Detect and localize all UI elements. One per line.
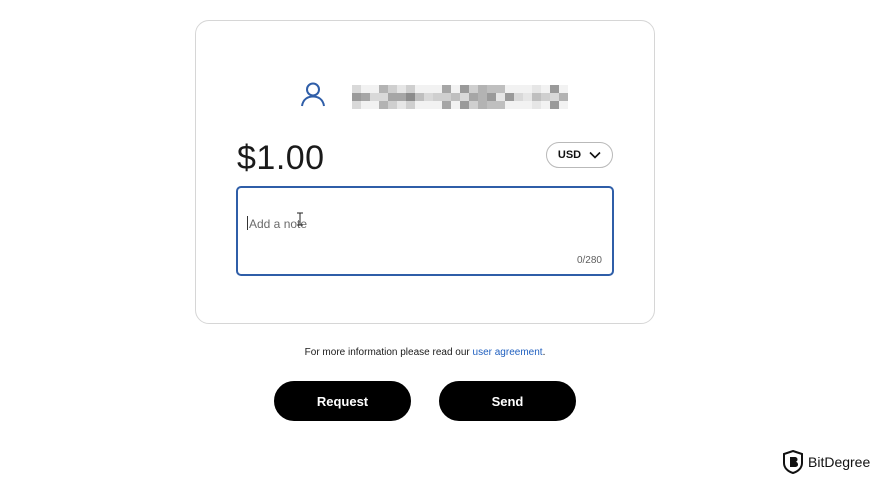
redaction-pixel <box>361 93 370 101</box>
redaction-pixel <box>514 101 523 109</box>
redaction-pixel <box>559 101 568 109</box>
redaction-pixel <box>379 85 388 93</box>
redaction-pixel <box>370 101 379 109</box>
redaction-pixel <box>451 93 460 101</box>
redaction-pixel <box>370 85 379 93</box>
redaction-pixel <box>496 101 505 109</box>
redaction-pixel <box>442 85 451 93</box>
redaction-pixel <box>559 93 568 101</box>
redaction-pixel <box>523 93 532 101</box>
redaction-pixel <box>433 93 442 101</box>
redaction-pixel <box>523 101 532 109</box>
redaction-pixel <box>514 93 523 101</box>
redaction-pixel <box>487 93 496 101</box>
redaction-pixel <box>442 101 451 109</box>
redaction-pixel <box>379 101 388 109</box>
redaction-pixel <box>388 101 397 109</box>
character-counter: 0/280 <box>576 255 602 266</box>
ibeam-cursor-icon <box>297 212 303 226</box>
redaction-pixel <box>415 93 424 101</box>
redaction-pixel <box>469 85 478 93</box>
note-textarea[interactable]: Add a note 0/280 <box>236 186 614 276</box>
agreement-info: For more information please read our use… <box>0 347 850 358</box>
redaction-pixel <box>451 101 460 109</box>
redaction-pixel <box>352 101 361 109</box>
redaction-pixel <box>406 93 415 101</box>
redaction-pixel <box>442 93 451 101</box>
redaction-pixel <box>388 93 397 101</box>
redaction-pixel <box>514 85 523 93</box>
redaction-pixel <box>397 93 406 101</box>
redaction-pixel <box>433 101 442 109</box>
redaction-pixel <box>424 101 433 109</box>
redaction-pixel <box>352 85 361 93</box>
redaction-pixel <box>424 85 433 93</box>
redaction-pixel <box>505 85 514 93</box>
chevron-down-icon <box>589 151 601 159</box>
redaction-pixel <box>487 101 496 109</box>
currency-label: USD <box>557 149 582 161</box>
redaction-pixel <box>505 93 514 101</box>
redaction-pixel <box>469 101 478 109</box>
redaction-pixel <box>487 85 496 93</box>
redaction-pixel <box>361 85 370 93</box>
redaction-pixel <box>460 101 469 109</box>
redaction-pixel <box>496 93 505 101</box>
redaction-pixel <box>541 93 550 101</box>
redaction-pixel <box>433 85 442 93</box>
redaction-pixel <box>424 93 433 101</box>
redaction-pixel <box>550 101 559 109</box>
redaction-pixel <box>505 101 514 109</box>
redaction-pixel <box>469 93 478 101</box>
redaction-pixel <box>550 85 559 93</box>
redaction-pixel <box>397 101 406 109</box>
user-icon <box>301 82 325 107</box>
redaction-pixel <box>559 85 568 93</box>
redaction-pixel <box>370 93 379 101</box>
redaction-pixel <box>532 93 541 101</box>
redaction-pixel <box>415 85 424 93</box>
redaction-pixel <box>451 85 460 93</box>
agreement-info-text: For more information please read our <box>304 347 473 358</box>
redaction-pixel <box>478 93 487 101</box>
user-agreement-link[interactable]: user agreement <box>473 347 543 358</box>
redaction-pixel <box>541 85 550 93</box>
agreement-info-suffix: . <box>542 347 546 358</box>
redaction-pixel <box>460 93 469 101</box>
redaction-pixel <box>532 85 541 93</box>
redaction-pixel <box>361 101 370 109</box>
bitdegree-watermark: BitDegree <box>782 450 870 474</box>
send-button[interactable]: Send <box>439 381 576 421</box>
redaction-pixel <box>406 101 415 109</box>
redaction-pixel <box>379 93 388 101</box>
request-button[interactable]: Request <box>274 381 411 421</box>
redaction-pixel <box>496 85 505 93</box>
text-caret <box>247 216 248 230</box>
redaction-pixel <box>352 93 361 101</box>
redaction-pixel <box>460 85 469 93</box>
bitdegree-logo-icon <box>783 450 803 474</box>
redaction-pixel <box>523 85 532 93</box>
redaction-pixel <box>388 85 397 93</box>
redaction-pixel <box>478 85 487 93</box>
redaction-pixel <box>406 85 415 93</box>
redaction-pixel <box>397 85 406 93</box>
currency-dropdown[interactable]: USD <box>546 142 613 168</box>
redaction-pixel <box>532 101 541 109</box>
amount-display[interactable]: $1.00 <box>237 138 325 178</box>
redaction-pixel <box>550 93 559 101</box>
redaction-pixel <box>478 101 487 109</box>
redaction-pixel <box>541 101 550 109</box>
redaction-pixel <box>415 101 424 109</box>
recipient-name-redacted <box>352 85 568 109</box>
watermark-text: BitDegree <box>808 454 871 470</box>
